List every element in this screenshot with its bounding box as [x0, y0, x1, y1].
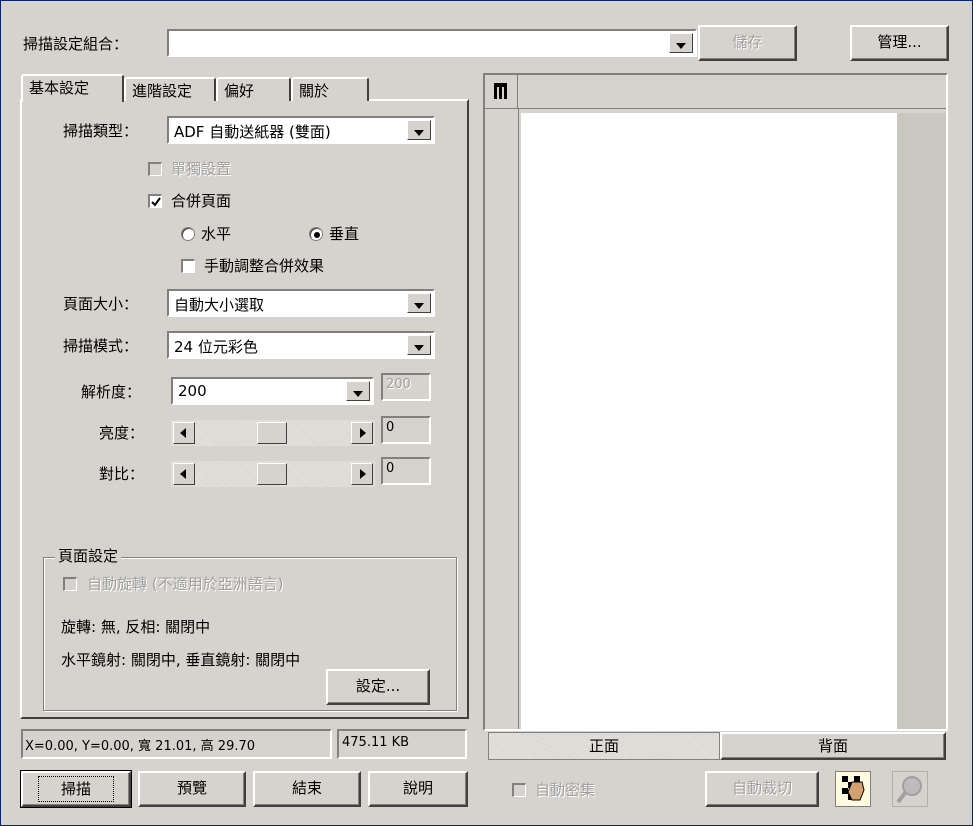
preview-canvas[interactable] [521, 113, 897, 729]
save-button[interactable]: 儲存 [698, 25, 797, 61]
auto-dense-label: 自動密集 [535, 781, 596, 799]
auto-rotate-checkbox[interactable] [63, 577, 77, 591]
brightness-field[interactable]: 0 [381, 416, 431, 444]
page-settings-button[interactable]: 設定... [326, 669, 430, 705]
chevron-down-icon[interactable] [346, 381, 370, 401]
page-size-label: 頁面大小： [63, 295, 139, 313]
horizontal-label: 水平 [201, 225, 232, 243]
arrow-left-icon [180, 469, 186, 479]
auto-crop-button[interactable]: 自動裁切 [705, 771, 819, 807]
zoom-tool-button[interactable] [892, 771, 928, 807]
arrow-left-icon [180, 428, 186, 438]
chevron-down-icon[interactable] [407, 335, 431, 355]
brightness-thumb[interactable] [257, 422, 287, 444]
manual-merge-checkbox[interactable] [181, 259, 195, 273]
cm-icon [494, 83, 507, 99]
scan-button-label: 掃描 [37, 776, 114, 802]
magnifier-icon [896, 776, 922, 804]
tab-front[interactable]: 正面 [488, 732, 720, 760]
ruler-unit-icon[interactable] [493, 81, 511, 101]
scan-type-label: 掃描類型： [63, 122, 139, 140]
tab-advanced-label: 進階設定 [132, 82, 193, 100]
auto-dense-checkbox[interactable] [512, 783, 526, 797]
scan-type-dropdown[interactable]: ADF 自動送紙器 (雙面) [167, 116, 435, 144]
tab-about[interactable]: 關於 [291, 77, 369, 101]
checkmark-icon [151, 197, 161, 207]
contrast-right-button[interactable] [351, 463, 373, 485]
merge-pages-checkbox[interactable] [148, 194, 162, 208]
chevron-down-icon[interactable] [407, 293, 431, 313]
vertical-label: 垂直 [329, 225, 360, 243]
resolution-dropdown[interactable]: 200 [171, 377, 374, 405]
contrast-thumb[interactable] [257, 463, 287, 485]
resolution-label: 解析度： [81, 383, 142, 401]
hand-icon [842, 776, 865, 801]
tab-back-label: 背面 [817, 737, 848, 755]
chevron-down-icon[interactable] [407, 120, 431, 140]
single-setting-checkbox[interactable] [148, 162, 162, 176]
resolution-custom-field[interactable]: 200 [381, 373, 431, 401]
profile-dropdown[interactable] [167, 29, 697, 57]
tab-basic-label: 基本設定 [29, 79, 90, 97]
tab-preferences[interactable]: 偏好 [216, 77, 291, 101]
preview-pane [483, 73, 948, 731]
preview-margin [897, 113, 946, 729]
mirror-status: 水平鏡射: 關閉中, 垂直鏡射: 關閉中 [61, 651, 301, 669]
single-setting-label: 單獨設置 [171, 160, 232, 178]
contrast-label: 對比： [99, 465, 145, 483]
chevron-down-icon[interactable] [669, 33, 693, 53]
resolution-value: 200 [178, 382, 207, 400]
scan-mode-label: 掃描模式： [63, 337, 139, 355]
auto-rotate-label: 自動旋轉 (不適用於亞洲語言) [87, 575, 284, 593]
preview-ruler-top [485, 75, 946, 109]
arrow-right-icon [360, 428, 366, 438]
vertical-radio[interactable] [309, 227, 323, 241]
preview-button[interactable]: 預覽 [138, 771, 246, 807]
brightness-slider[interactable] [171, 420, 375, 446]
brightness-label: 亮度： [99, 424, 145, 442]
contrast-field[interactable]: 0 [381, 457, 431, 485]
brightness-left-button[interactable] [173, 422, 195, 444]
scan-mode-value: 24 位元彩色 [174, 338, 258, 356]
tab-basic[interactable]: 基本設定 [21, 74, 124, 102]
tab-preferences-label: 偏好 [224, 82, 255, 100]
page-size-value: 自動大小選取 [174, 296, 265, 314]
page-size-dropdown[interactable]: 自動大小選取 [167, 289, 435, 317]
exit-button[interactable]: 結束 [253, 771, 361, 807]
dimensions-text: X=0.00, Y=0.00, 寬 21.01, 高 29.70 [25, 739, 256, 754]
dimensions-status: X=0.00, Y=0.00, 寬 21.01, 高 29.70 [21, 729, 332, 759]
contrast-left-button[interactable] [173, 463, 195, 485]
hand-tool-button[interactable] [835, 771, 871, 807]
tab-front-label: 正面 [588, 737, 619, 755]
file-size-status: 475.11 KB [337, 729, 467, 759]
preview-ruler-left [485, 109, 519, 729]
help-button[interactable]: 說明 [368, 771, 468, 807]
page-settings-title: 頁面設定 [55, 545, 122, 566]
brightness-value: 0 [386, 420, 395, 435]
scan-type-value: ADF 自動送紙器 (雙面) [174, 123, 331, 141]
brightness-right-button[interactable] [351, 422, 373, 444]
rotate-status: 旋轉: 無, 反相: 關閉中 [61, 618, 211, 636]
contrast-slider[interactable] [171, 461, 375, 487]
scanner-dialog: 掃描設定組合： 儲存 管理... 基本設定 進階設定 偏好 關於 掃描類型： A… [0, 0, 973, 826]
file-size-text: 475.11 KB [342, 735, 410, 750]
tab-advanced[interactable]: 進階設定 [124, 77, 216, 101]
tab-about-label: 關於 [299, 82, 330, 100]
scan-mode-dropdown[interactable]: 24 位元彩色 [167, 331, 435, 359]
ruler-divider [517, 75, 518, 109]
radio-dot-icon [314, 232, 320, 238]
resolution-custom-value: 200 [386, 377, 411, 392]
manage-button[interactable]: 管理... [850, 25, 949, 61]
profile-label: 掃描設定組合： [23, 35, 129, 53]
tab-back[interactable]: 背面 [720, 732, 946, 760]
arrow-right-icon [360, 469, 366, 479]
horizontal-radio[interactable] [181, 227, 195, 241]
manual-merge-label: 手動調整合併效果 [204, 257, 325, 275]
merge-pages-label: 合併頁面 [171, 192, 232, 210]
contrast-value: 0 [386, 461, 395, 476]
scan-button[interactable]: 掃描 [20, 770, 132, 808]
